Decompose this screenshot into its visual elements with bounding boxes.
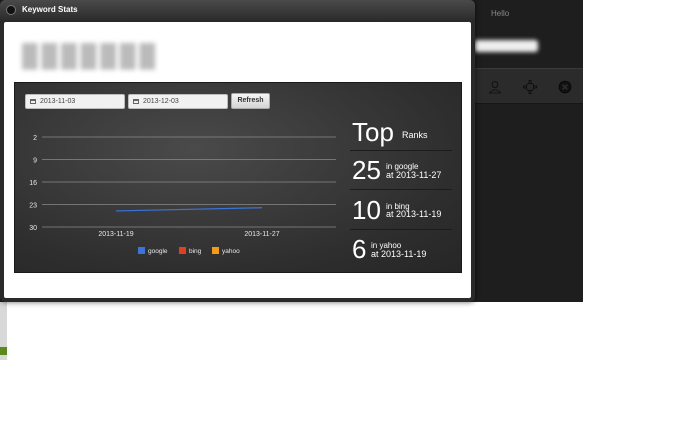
- legend-label-yahoo[interactable]: yahoo: [222, 248, 240, 255]
- calendar-icon: [133, 99, 139, 104]
- blurred-site-heading: ███████: [22, 43, 160, 68]
- y-tick-label: 23: [29, 203, 37, 210]
- x-tick-label: 2013-11-27: [244, 231, 279, 238]
- rank-divider: [350, 229, 452, 230]
- legend-label-bing[interactable]: bing: [189, 248, 202, 255]
- rank-date-yahoo: at 2013-11-19: [371, 249, 427, 259]
- series-lines: [115, 207, 263, 212]
- y-tick-label: 30: [29, 225, 37, 232]
- rank-divider: [350, 150, 452, 151]
- chart-legend[interactable]: google bing yahoo: [138, 247, 240, 255]
- series-line-google: [115, 207, 263, 212]
- y-tick-label: 16: [29, 180, 37, 187]
- calendar-icon: [30, 99, 36, 104]
- rank-line-chart: 2 9 16 23 30 2013-11-19 2013-11-27 google bing…: [29, 135, 336, 255]
- greeting-text: Hello: [491, 9, 510, 18]
- rank-divider: [350, 189, 452, 190]
- y-tick-label: 9: [33, 158, 37, 165]
- top-subheading: Ranks: [402, 130, 428, 140]
- username-blurred: [474, 40, 538, 52]
- rank-number-bing: 10: [352, 195, 381, 225]
- refresh-button[interactable]: Refresh: [231, 93, 270, 109]
- legend-swatch-yahoo[interactable]: [212, 247, 219, 254]
- rank-number-yahoo: 6: [352, 234, 367, 264]
- user-icon[interactable]: [488, 80, 502, 94]
- start-date-input[interactable]: 2013-11-03: [25, 94, 125, 109]
- top-heading: Top: [352, 117, 394, 147]
- gear-icon[interactable]: [523, 80, 537, 94]
- close-icon[interactable]: [6, 5, 16, 15]
- close-circle-icon[interactable]: [558, 80, 572, 94]
- x-tick-labels: 2013-11-19 2013-11-27: [98, 231, 279, 238]
- x-tick-label: 2013-11-19: [98, 231, 133, 238]
- legend-swatch-bing[interactable]: [179, 247, 186, 254]
- legend-swatch-google[interactable]: [138, 247, 145, 254]
- start-date-value: 2013-11-03: [40, 98, 76, 105]
- rank-date-bing: at 2013-11-19: [386, 209, 442, 219]
- y-tick-label: 2: [33, 135, 37, 142]
- y-tick-labels: 2 9 16 23 30: [29, 135, 37, 232]
- end-date-input[interactable]: 2013-12-03: [128, 94, 228, 109]
- rank-date-google: at 2013-11-27: [386, 170, 442, 180]
- dialog-title: Keyword Stats: [22, 5, 78, 14]
- legend-label-google[interactable]: google: [148, 248, 168, 255]
- end-date-value: 2013-12-03: [143, 98, 179, 105]
- background-status-mark: [0, 347, 7, 355]
- rank-number-google: 25: [352, 155, 381, 185]
- y-grid: [42, 136, 336, 228]
